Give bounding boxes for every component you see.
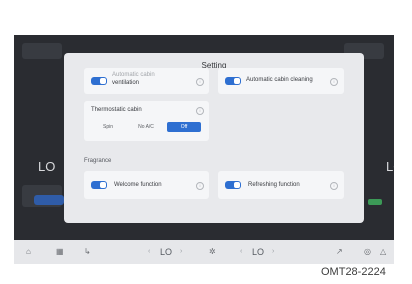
refreshing-toggle[interactable] bbox=[225, 181, 241, 189]
bg-indicator bbox=[368, 199, 382, 205]
welcome-toggle[interactable] bbox=[91, 181, 107, 189]
card-thermostatic-cabin: Thermostatic cabin i Spin No A/C Off bbox=[84, 101, 209, 141]
refreshing-label: Refreshing function bbox=[248, 182, 300, 188]
left-temp-down-arrow[interactable]: ‹ bbox=[148, 246, 150, 258]
ventilation-label-line2: ventilation bbox=[112, 80, 140, 86]
bg-tile bbox=[22, 43, 62, 59]
thermostatic-title: Thermostatic cabin bbox=[91, 107, 142, 113]
card-cabin-ventilation[interactable]: Automatic cabin ventilation i bbox=[84, 68, 209, 94]
info-icon[interactable]: i bbox=[330, 182, 338, 190]
settings-icon[interactable]: ◎ bbox=[364, 246, 371, 258]
right-temp-down-arrow[interactable]: ‹ bbox=[240, 246, 242, 258]
auto-clean-toggle[interactable] bbox=[225, 77, 241, 85]
left-temp-up-arrow[interactable]: › bbox=[180, 246, 182, 258]
bg-right-temp-value: LO bbox=[386, 159, 394, 174]
bg-left-temp: LO bbox=[38, 159, 56, 174]
auto-clean-label: Automatic cabin cleaning bbox=[246, 77, 313, 83]
right-temp-value: LO bbox=[252, 247, 265, 257]
bottom-bar: ⌂ ▦ ↳ ‹ LO › ✲ ‹ LO › ↗ ◎ △ bbox=[14, 240, 394, 264]
fan-icon[interactable]: ✲ bbox=[209, 246, 216, 258]
card-welcome-function[interactable]: Welcome function i bbox=[84, 171, 209, 199]
card-auto-cabin-cleaning[interactable]: Automatic cabin cleaning i bbox=[218, 68, 344, 94]
info-icon[interactable]: i bbox=[330, 78, 338, 86]
card-refreshing-function[interactable]: Refreshing function i bbox=[218, 171, 344, 199]
thermostatic-option-spin[interactable]: Spin bbox=[91, 122, 125, 132]
ventilation-label-line1: Automatic cabin bbox=[112, 72, 155, 78]
welcome-label: Welcome function bbox=[114, 182, 162, 188]
right-temp-up-arrow[interactable]: › bbox=[272, 246, 274, 258]
thermostatic-option-no-ac[interactable]: No A/C bbox=[129, 122, 163, 132]
left-temp-value: LO bbox=[160, 247, 173, 257]
info-icon[interactable]: i bbox=[196, 78, 204, 86]
bg-right-temp: LO bbox=[386, 159, 394, 174]
thermostatic-option-off[interactable]: Off bbox=[167, 122, 201, 132]
ventilation-toggle[interactable] bbox=[91, 77, 107, 85]
info-icon[interactable]: i bbox=[196, 182, 204, 190]
info-icon[interactable]: i bbox=[196, 107, 204, 115]
thermostatic-segmented-control: Spin No A/C Off bbox=[91, 122, 201, 132]
seat-icon[interactable]: ↳ bbox=[84, 246, 91, 258]
alert-icon[interactable]: △ bbox=[380, 246, 386, 258]
bg-highlight bbox=[34, 195, 64, 205]
seat-heat-icon[interactable]: ↗ bbox=[336, 246, 343, 258]
setting-modal: Setting Automatic cabin ventilation i Au… bbox=[64, 53, 364, 223]
home-icon[interactable]: ⌂ bbox=[26, 246, 31, 258]
fragrance-section-label: Fragrance bbox=[84, 158, 112, 164]
grid-icon[interactable]: ▦ bbox=[56, 246, 64, 258]
figure-caption: OMT28-2224 bbox=[321, 266, 386, 278]
